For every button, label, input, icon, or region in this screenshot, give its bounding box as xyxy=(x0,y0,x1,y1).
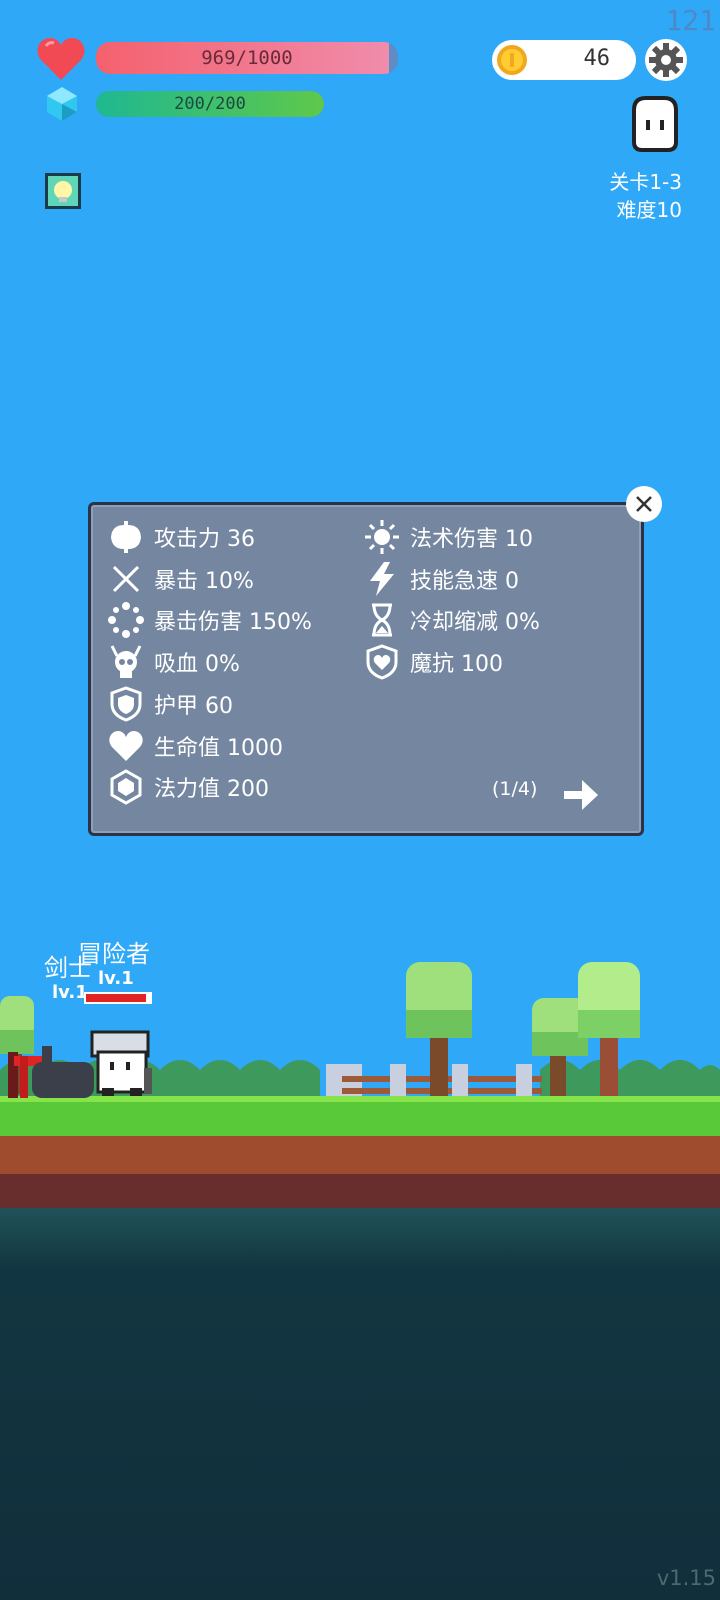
difficulty-label: 难度10 xyxy=(616,198,682,222)
coin-count: 46 xyxy=(583,46,611,71)
lightning-icon xyxy=(370,562,394,596)
ghost-icon[interactable] xyxy=(628,96,682,152)
stat-text: 护甲 60 xyxy=(154,694,233,719)
heart-icon xyxy=(109,731,143,761)
stat-mana: 法力值 200 xyxy=(108,767,269,807)
stat-text: 生命值 1000 xyxy=(154,736,283,761)
player-level: lv.1 xyxy=(98,968,134,989)
dirt-layer xyxy=(0,1136,720,1174)
stat-crit-damage: 暴击伤害 150% xyxy=(108,600,312,640)
game-scene: 121 969/1000 200/200 46 关卡1-3 难度10 攻击力 3… xyxy=(0,0,720,1600)
stat-text: 暴击 10% xyxy=(154,569,254,594)
hp-text: 969/1000 xyxy=(201,47,293,69)
tree xyxy=(406,962,472,1100)
stat-health: 生命值 1000 xyxy=(108,726,283,766)
coin-icon xyxy=(497,45,527,75)
stat-text: 法力值 200 xyxy=(154,777,269,802)
stat-text: 暴击伤害 150% xyxy=(154,610,312,635)
stat-text: 技能急速 0 xyxy=(410,569,519,594)
stat-text: 法术伤害 10 xyxy=(410,527,533,552)
stat-spell-damage: 法术伤害 10 xyxy=(364,517,533,557)
stat-attack: 攻击力 36 xyxy=(108,517,255,557)
player-hp-bar xyxy=(84,992,152,1004)
close-icon xyxy=(636,496,652,512)
page-indicator: (1/4) xyxy=(492,778,538,800)
magic-shield-icon xyxy=(366,644,398,680)
enemy-sprite xyxy=(8,1046,94,1098)
stat-text: 攻击力 36 xyxy=(154,527,255,552)
hp-bar: 969/1000 xyxy=(96,42,398,74)
grass-ground xyxy=(0,1096,720,1136)
crit-icon xyxy=(112,565,140,593)
heart-icon xyxy=(37,38,85,80)
gear-icon[interactable] xyxy=(644,38,688,82)
mana-crystal-icon xyxy=(47,87,77,121)
hourglass-icon xyxy=(372,603,392,637)
coin-counter: 46 xyxy=(492,40,636,80)
sun-icon xyxy=(365,520,399,554)
buff-icon[interactable] xyxy=(44,172,82,210)
dirt-layer-deep xyxy=(0,1174,720,1208)
stage-label: 关卡1-3 xyxy=(609,170,682,194)
stat-text: 魔抗 100 xyxy=(410,652,503,677)
stat-armor: 护甲 60 xyxy=(108,684,233,724)
water xyxy=(0,1208,720,1600)
shield-icon xyxy=(110,686,142,722)
stat-text: 吸血 0% xyxy=(154,652,240,677)
version-label: v1.15 xyxy=(656,1566,716,1590)
player-name: 冒险者 xyxy=(78,940,150,968)
arrow-right-icon[interactable] xyxy=(562,778,600,812)
crystal-icon xyxy=(110,769,142,805)
stat-cooldown: 冷却缩减 0% xyxy=(364,600,540,640)
close-button[interactable] xyxy=(626,486,662,522)
player-knight-sprite xyxy=(90,1030,152,1096)
stat-lifesteal: 吸血 0% xyxy=(108,642,240,682)
enemy-level: lv.1 xyxy=(52,982,88,1003)
crit-damage-icon xyxy=(108,602,144,638)
skull-icon xyxy=(110,645,142,678)
stat-crit: 暴击 10% xyxy=(108,559,254,599)
tree xyxy=(578,962,640,1100)
axe-icon xyxy=(111,521,141,553)
stat-text: 冷却缩减 0% xyxy=(410,610,540,635)
stat-magic-resist: 魔抗 100 xyxy=(364,642,503,682)
mp-bar: 200/200 xyxy=(96,91,324,117)
fps-counter: 121 xyxy=(665,4,716,37)
stat-ability-haste: 技能急速 0 xyxy=(364,559,519,599)
mp-text: 200/200 xyxy=(174,94,246,114)
level-info: 关卡1-3 难度10 xyxy=(609,168,682,224)
